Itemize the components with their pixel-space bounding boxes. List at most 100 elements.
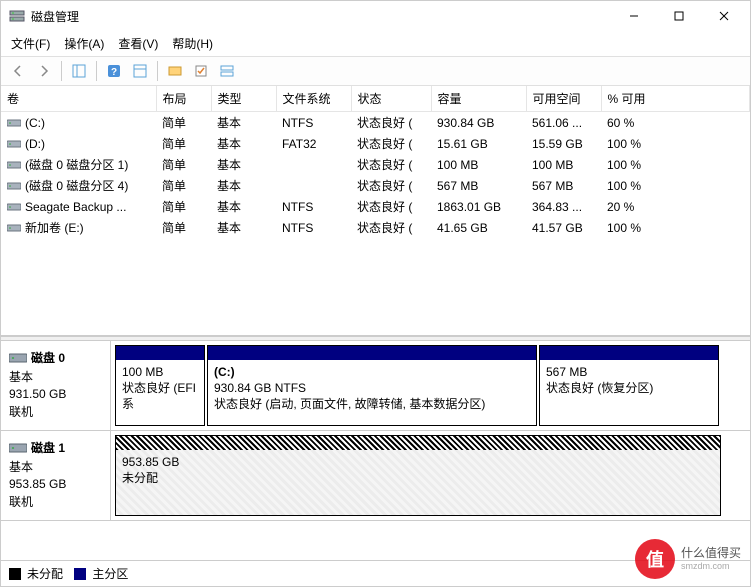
cell-capacity: 1863.01 GB bbox=[431, 196, 526, 217]
partition-size: 567 MB bbox=[546, 364, 712, 380]
svg-text:?: ? bbox=[111, 67, 117, 78]
layout-button[interactable] bbox=[216, 60, 238, 82]
cell-free: 100 MB bbox=[526, 154, 601, 175]
cell-layout: 简单 bbox=[156, 217, 211, 238]
cell-volume: (D:) bbox=[1, 133, 156, 154]
cell-capacity: 100 MB bbox=[431, 154, 526, 175]
table-row[interactable]: (磁盘 0 磁盘分区 4)简单基本状态良好 (567 MB567 MB100 % bbox=[1, 175, 750, 196]
forward-button[interactable] bbox=[33, 60, 55, 82]
cell-layout: 简单 bbox=[156, 175, 211, 196]
partition-header bbox=[116, 436, 720, 450]
disk-size: 931.50 GB bbox=[9, 387, 102, 401]
cell-free: 567 MB bbox=[526, 175, 601, 196]
cell-pct: 100 % bbox=[601, 175, 750, 196]
cell-capacity: 930.84 GB bbox=[431, 112, 526, 134]
cell-fs bbox=[276, 154, 351, 175]
app-icon bbox=[9, 8, 25, 24]
disk-label[interactable]: 磁盘 0 基本 931.50 GB 联机 bbox=[1, 341, 111, 430]
legend-unalloc: 未分配 bbox=[27, 565, 63, 582]
table-row[interactable]: (D:)简单基本FAT32状态良好 (15.61 GB15.59 GB100 % bbox=[1, 133, 750, 154]
partition-size: 930.84 GB NTFS bbox=[214, 380, 530, 396]
legend-primary: 主分区 bbox=[92, 565, 128, 582]
cell-layout: 简单 bbox=[156, 154, 211, 175]
partition-title: (C:) bbox=[214, 364, 530, 380]
disks-pane[interactable]: 磁盘 0 基本 931.50 GB 联机 100 MB 状态良好 (EFI 系 … bbox=[1, 341, 750, 560]
disk-name: 磁盘 0 bbox=[31, 349, 65, 366]
settings-button[interactable] bbox=[164, 60, 186, 82]
cell-volume: 新加卷 (E:) bbox=[1, 217, 156, 238]
cell-capacity: 15.61 GB bbox=[431, 133, 526, 154]
cell-fs: FAT32 bbox=[276, 133, 351, 154]
table-row[interactable]: 新加卷 (E:)简单基本NTFS状态良好 (41.65 GB41.57 GB10… bbox=[1, 217, 750, 238]
volumes-pane[interactable]: 卷 布局 类型 文件系统 状态 容量 可用空间 % 可用 (C:)简单基本NTF… bbox=[1, 86, 750, 336]
partition[interactable]: 100 MB 状态良好 (EFI 系 bbox=[115, 345, 205, 426]
cell-type: 基本 bbox=[211, 133, 276, 154]
cell-type: 基本 bbox=[211, 196, 276, 217]
disk-parts: 100 MB 状态良好 (EFI 系 (C:) 930.84 GB NTFS 状… bbox=[111, 341, 750, 430]
col-volume[interactable]: 卷 bbox=[1, 86, 156, 112]
disk-type: 基本 bbox=[9, 458, 102, 475]
cell-layout: 简单 bbox=[156, 196, 211, 217]
disk-icon bbox=[9, 441, 27, 455]
maximize-button[interactable] bbox=[656, 2, 701, 30]
cell-status: 状态良好 ( bbox=[351, 196, 431, 217]
table-row[interactable]: Seagate Backup ...简单基本NTFS状态良好 (1863.01 … bbox=[1, 196, 750, 217]
cell-pct: 20 % bbox=[601, 196, 750, 217]
partition-status: 状态良好 (启动, 页面文件, 故障转储, 基本数据分区) bbox=[214, 396, 530, 412]
cell-type: 基本 bbox=[211, 154, 276, 175]
menu-action[interactable]: 操作(A) bbox=[64, 35, 104, 52]
cell-free: 15.59 GB bbox=[526, 133, 601, 154]
cell-status: 状态良好 ( bbox=[351, 175, 431, 196]
cell-status: 状态良好 ( bbox=[351, 133, 431, 154]
cell-type: 基本 bbox=[211, 112, 276, 134]
refresh-button[interactable] bbox=[129, 60, 151, 82]
disk-icon bbox=[9, 351, 27, 365]
partition-body: (C:) 930.84 GB NTFS 状态良好 (启动, 页面文件, 故障转储… bbox=[208, 360, 536, 425]
cell-capacity: 41.65 GB bbox=[431, 217, 526, 238]
table-row[interactable]: (磁盘 0 磁盘分区 1)简单基本状态良好 (100 MB100 MB100 % bbox=[1, 154, 750, 175]
cell-volume: (C:) bbox=[1, 112, 156, 134]
legend: 未分配 主分区 bbox=[1, 560, 750, 586]
disk-label[interactable]: 磁盘 1 基本 953.85 GB 联机 bbox=[1, 431, 111, 520]
properties-button[interactable] bbox=[190, 60, 212, 82]
close-button[interactable] bbox=[701, 2, 746, 30]
partition-size: 953.85 GB bbox=[122, 454, 714, 470]
partition-status: 状态良好 (恢复分区) bbox=[546, 380, 712, 396]
minimize-button[interactable] bbox=[611, 2, 656, 30]
col-type[interactable]: 类型 bbox=[211, 86, 276, 112]
cell-fs bbox=[276, 175, 351, 196]
cell-fs: NTFS bbox=[276, 217, 351, 238]
partition-header bbox=[208, 346, 536, 360]
disk-parts: 953.85 GB 未分配 bbox=[111, 431, 750, 520]
disk-state: 联机 bbox=[9, 403, 102, 420]
col-layout[interactable]: 布局 bbox=[156, 86, 211, 112]
col-free[interactable]: 可用空间 bbox=[526, 86, 601, 112]
partition-body: 953.85 GB 未分配 bbox=[116, 450, 720, 515]
menu-file[interactable]: 文件(F) bbox=[11, 35, 50, 52]
volumes-table: 卷 布局 类型 文件系统 状态 容量 可用空间 % 可用 (C:)简单基本NTF… bbox=[1, 86, 750, 238]
table-header-row: 卷 布局 类型 文件系统 状态 容量 可用空间 % 可用 bbox=[1, 86, 750, 112]
back-button[interactable] bbox=[7, 60, 29, 82]
cell-layout: 简单 bbox=[156, 133, 211, 154]
col-pct[interactable]: % 可用 bbox=[601, 86, 750, 112]
col-fs[interactable]: 文件系统 bbox=[276, 86, 351, 112]
partition-header bbox=[116, 346, 204, 360]
window-title: 磁盘管理 bbox=[31, 8, 79, 25]
col-status[interactable]: 状态 bbox=[351, 86, 431, 112]
menu-help[interactable]: 帮助(H) bbox=[172, 35, 213, 52]
table-row[interactable]: (C:)简单基本NTFS状态良好 (930.84 GB561.06 ...60 … bbox=[1, 112, 750, 134]
partition[interactable]: (C:) 930.84 GB NTFS 状态良好 (启动, 页面文件, 故障转储… bbox=[207, 345, 537, 426]
cell-pct: 100 % bbox=[601, 133, 750, 154]
partition[interactable]: 953.85 GB 未分配 bbox=[115, 435, 721, 516]
disk-row: 磁盘 0 基本 931.50 GB 联机 100 MB 状态良好 (EFI 系 … bbox=[1, 341, 750, 431]
partition[interactable]: 567 MB 状态良好 (恢复分区) bbox=[539, 345, 719, 426]
help-button[interactable]: ? bbox=[103, 60, 125, 82]
toolbar-separator bbox=[96, 61, 97, 81]
col-capacity[interactable]: 容量 bbox=[431, 86, 526, 112]
legend-swatch-unalloc bbox=[9, 568, 21, 580]
menu-view[interactable]: 查看(V) bbox=[118, 35, 158, 52]
cell-pct: 100 % bbox=[601, 154, 750, 175]
cell-fs: NTFS bbox=[276, 112, 351, 134]
show-tree-button[interactable] bbox=[68, 60, 90, 82]
cell-status: 状态良好 ( bbox=[351, 154, 431, 175]
